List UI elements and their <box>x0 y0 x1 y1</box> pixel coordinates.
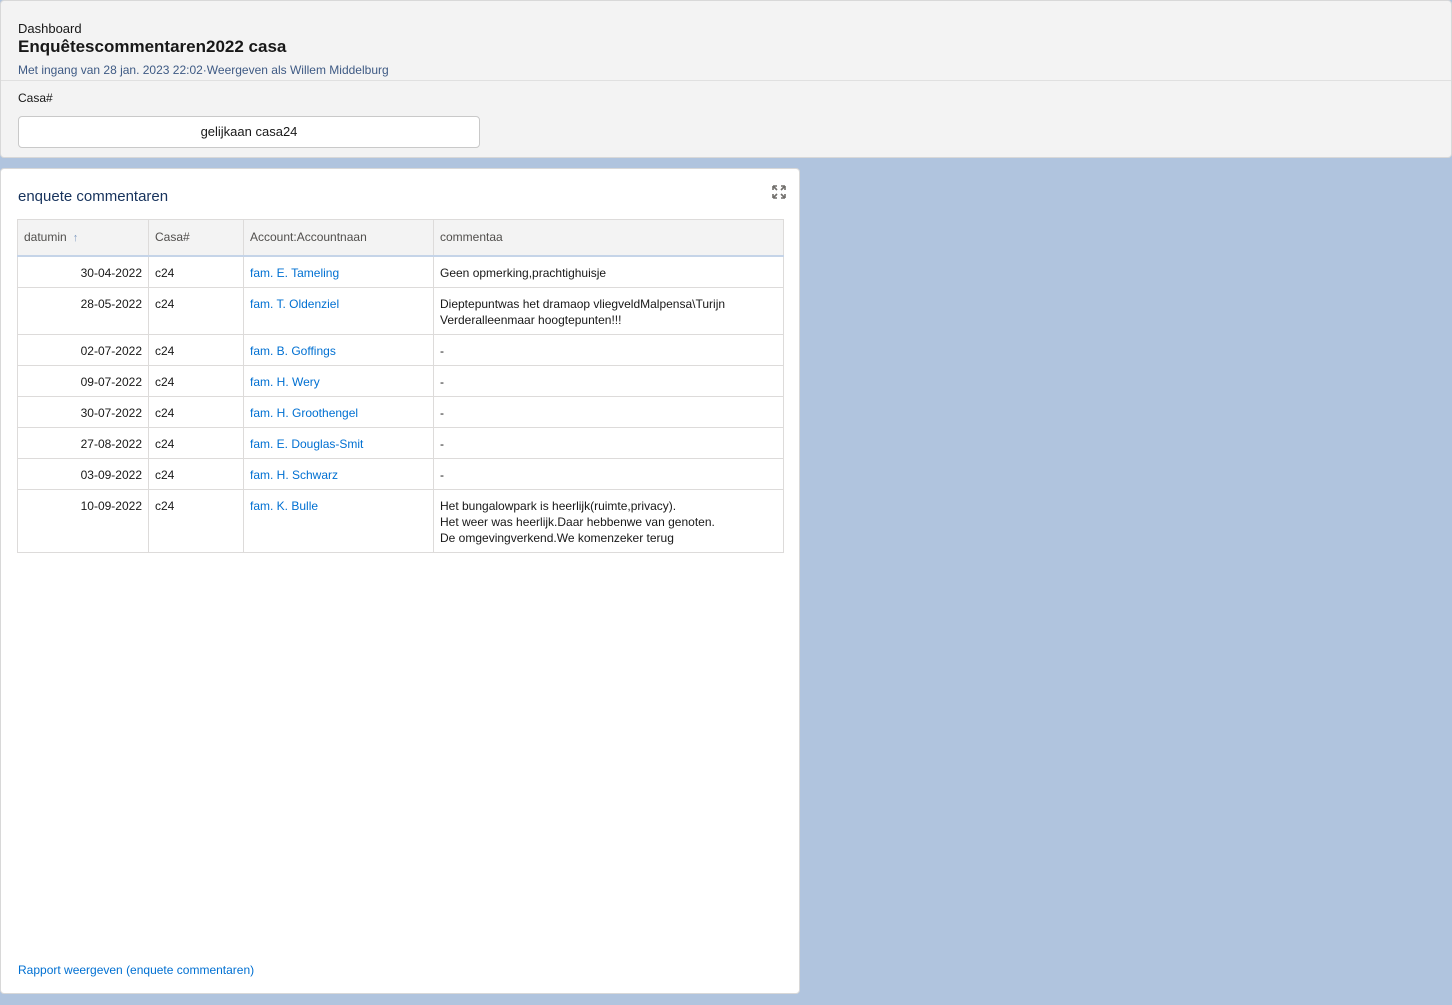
page-subtitle: Met ingang van 28 jan. 2023 22:02·Weerge… <box>18 63 389 77</box>
cell-casa: c24 <box>148 333 244 366</box>
cell-account-link[interactable]: fam. K. Bulle <box>243 488 434 553</box>
table-row: 28-05-2022 c24 fam. T. Oldenziel Dieptepunt… <box>17 286 784 335</box>
cell-date: 27-08-2022 <box>17 426 149 459</box>
cell-casa: c24 <box>148 364 244 397</box>
column-header-datumin[interactable]: datumin ↑ <box>17 219 149 257</box>
table-row: 02-07-2022 c24 fam. B. Goffings - <box>17 333 784 366</box>
cell-account-link[interactable]: fam. H. Groothengel <box>243 395 434 428</box>
page-title: Enquêtescommentaren2022 casa <box>18 37 287 56</box>
cell-date: 09-07-2022 <box>17 364 149 397</box>
cell-date: 02-07-2022 <box>17 333 149 366</box>
column-header-account[interactable]: Account:Accountnaan <box>243 219 434 257</box>
cell-account-link[interactable]: fam. B. Goffings <box>243 333 434 366</box>
dashboard-header: Dashboard Enquêtescommentaren2022 casa M… <box>0 0 1452 158</box>
table-row: 10-09-2022 c24 fam. K. Bulle Het bungalowpa… <box>17 488 784 553</box>
breadcrumb[interactable]: Dashboard <box>18 21 82 36</box>
table-body: 30-04-2022 c24 fam. E. Tameling Geen opmerk… <box>17 255 784 553</box>
table-row: 09-07-2022 c24 fam. H. Wery - <box>17 364 784 397</box>
cell-date: 03-09-2022 <box>17 457 149 490</box>
filter-casa-select[interactable]: gelijkaan casa24 <box>18 116 480 148</box>
table-row: 03-09-2022 c24 fam. H. Schwarz - <box>17 457 784 490</box>
cell-account-link[interactable]: fam. T. Oldenziel <box>243 286 434 335</box>
cell-casa: c24 <box>148 488 244 553</box>
cell-account-link[interactable]: fam. E. Douglas-Smit <box>243 426 434 459</box>
table-row: 30-04-2022 c24 fam. E. Tameling Geen opmerk… <box>17 255 784 288</box>
cell-comment: Geen opmerking,prachtighuisje <box>433 255 784 288</box>
cell-casa: c24 <box>148 255 244 288</box>
cell-comment: Dieptepuntwas het dramaop vliegveldMalpe… <box>433 286 784 335</box>
cell-casa: c24 <box>148 426 244 459</box>
cell-comment: - <box>433 426 784 459</box>
expand-icon[interactable] <box>772 185 786 199</box>
cell-comment: Het bungalowpark is heerlijk(ruimte,priv… <box>433 488 784 553</box>
cell-account-link[interactable]: fam. H. Wery <box>243 364 434 397</box>
column-header-commentaa[interactable]: commentaa <box>433 219 784 257</box>
view-report-link[interactable]: Rapport weergeven (enquete commentaren) <box>18 963 254 977</box>
comments-widget: enquete commentaren datumin ↑ Casa# Accou… <box>0 168 800 994</box>
widget-title: enquete commentaren <box>18 188 169 205</box>
column-header-casa[interactable]: Casa# <box>148 219 244 257</box>
sort-ascending-icon: ↑ <box>72 232 79 245</box>
cell-date: 30-07-2022 <box>17 395 149 428</box>
cell-casa: c24 <box>148 395 244 428</box>
cell-casa: c24 <box>148 457 244 490</box>
table-row: 30-07-2022 c24 fam. H. Groothengel - <box>17 395 784 428</box>
cell-date: 30-04-2022 <box>17 255 149 288</box>
cell-comment: - <box>433 333 784 366</box>
cell-date: 10-09-2022 <box>17 488 149 553</box>
cell-comment: - <box>433 395 784 428</box>
cell-casa: c24 <box>148 286 244 335</box>
cell-account-link[interactable]: fam. E. Tameling <box>243 255 434 288</box>
cell-date: 28-05-2022 <box>17 286 149 335</box>
table-row: 27-08-2022 c24 fam. E. Douglas-Smit - <box>17 426 784 459</box>
column-header-label: datumin <box>24 230 67 245</box>
cell-comment: - <box>433 457 784 490</box>
cell-comment: - <box>433 364 784 397</box>
filter-label: Casa# <box>18 91 53 105</box>
comments-table: datumin ↑ Casa# Account:Accountnaan comme… <box>17 219 784 553</box>
cell-account-link[interactable]: fam. H. Schwarz <box>243 457 434 490</box>
header-divider <box>1 80 1451 81</box>
table-header-row: datumin ↑ Casa# Account:Accountnaan comme… <box>17 219 784 257</box>
